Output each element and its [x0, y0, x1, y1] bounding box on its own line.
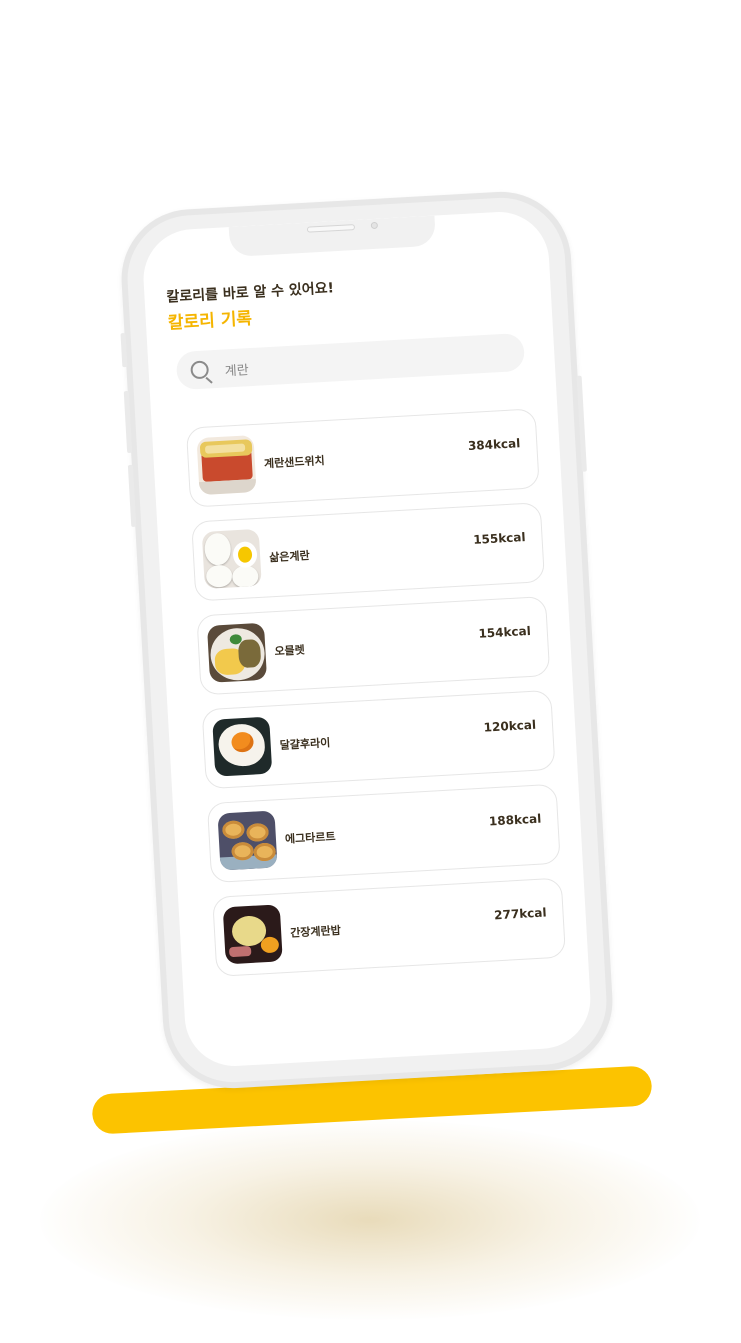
egg-tart-thumbnail	[217, 810, 278, 871]
food-kcal: 188kcal	[488, 811, 542, 829]
food-name: 오믈렛	[274, 643, 306, 659]
food-item-boiled-egg[interactable]: 삶은계란 155kcal	[191, 502, 546, 602]
food-item-omelet[interactable]: 오믈렛 154kcal	[196, 595, 551, 696]
food-name: 간장계란밥	[289, 923, 342, 940]
food-kcal: 155kcal	[472, 530, 526, 547]
search-icon	[190, 360, 210, 380]
app-screen: 칼로리를 바로 알 수 있어요! 칼로리 기록 계란 계란샌드위치 384kca…	[140, 209, 594, 1069]
phone-mockup: 칼로리를 바로 알 수 있어요! 칼로리 기록 계란 계란샌드위치 384kca…	[117, 188, 617, 1092]
food-name: 계란샌드위치	[263, 454, 326, 471]
food-item-egg-tart[interactable]: 에그타르트 188kcal	[206, 783, 561, 884]
page-subtitle: 칼로리를 바로 알 수 있어요!	[166, 280, 335, 306]
soy-egg-rice-thumbnail	[222, 904, 283, 965]
food-kcal: 384kcal	[467, 436, 521, 454]
food-name: 달걀후라이	[279, 736, 331, 753]
food-item-egg-sandwich[interactable]: 계란샌드위치 384kcal	[185, 408, 540, 508]
search-input[interactable]: 계란	[224, 359, 249, 379]
fried-egg-thumbnail	[212, 716, 273, 777]
page-title: 칼로리 기록	[167, 308, 253, 334]
food-list: 계란샌드위치 384kcal 삶은계란 155kcal 오믈렛 154kcal	[185, 408, 567, 991]
floor-shadow	[40, 1120, 700, 1320]
omelet-thumbnail	[206, 622, 268, 683]
food-item-fried-egg[interactable]: 달걀후라이 120kcal	[201, 689, 556, 790]
food-item-soy-egg-rice[interactable]: 간장계란밥 277kcal	[212, 877, 567, 977]
front-camera	[370, 221, 379, 230]
food-kcal: 120kcal	[483, 717, 537, 735]
food-kcal: 277kcal	[493, 905, 547, 923]
food-kcal: 154kcal	[478, 623, 532, 641]
speaker-grille	[306, 224, 356, 233]
food-name: 에그타르트	[284, 830, 336, 846]
food-name: 삶은계란	[268, 549, 311, 565]
boiled-egg-thumbnail	[201, 528, 262, 589]
search-bar[interactable]: 계란	[175, 332, 526, 391]
egg-sandwich-thumbnail	[196, 435, 257, 496]
